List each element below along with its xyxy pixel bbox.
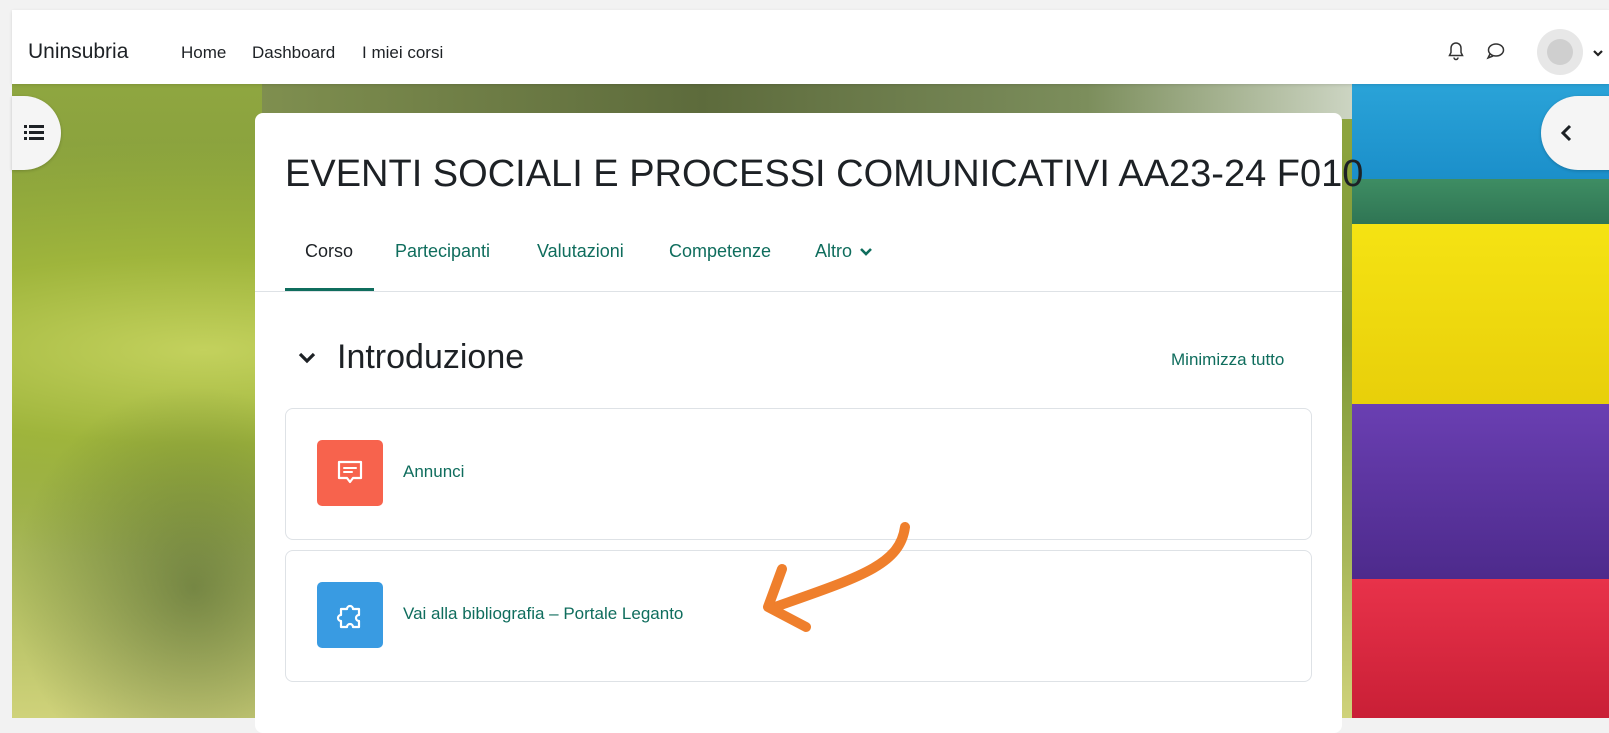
top-navbar: Uninsubria Home Dashboard I miei corsi — [12, 10, 1609, 84]
chevron-down-icon[interactable] — [1592, 46, 1604, 58]
bell-icon[interactable] — [1446, 41, 1466, 61]
tab-competenze[interactable]: Competenze — [669, 241, 771, 262]
colored-pencils-image — [1352, 84, 1609, 718]
nav-my-courses-link[interactable]: I miei corsi — [362, 43, 443, 63]
chat-bubble-icon[interactable] — [1485, 41, 1505, 61]
activity-link-leganto[interactable]: Vai alla bibliografia – Portale Leganto — [403, 604, 683, 624]
tab-altro-label: Altro — [815, 241, 853, 261]
annotation-arrow-icon — [763, 522, 910, 632]
site-brand-link[interactable]: Uninsubria — [28, 40, 128, 64]
chevron-left-icon — [1560, 124, 1572, 142]
tab-altro[interactable]: Altro — [815, 241, 873, 262]
nav-dashboard-link[interactable]: Dashboard — [252, 43, 335, 63]
activity-link-annunci[interactable]: Annunci — [403, 462, 464, 482]
chevron-down-icon — [860, 248, 872, 257]
tab-partecipanti[interactable]: Partecipanti — [395, 241, 490, 262]
background-blur — [12, 384, 272, 718]
section-collapse-chevron-icon[interactable] — [298, 351, 316, 370]
tab-corso[interactable]: Corso — [305, 241, 353, 262]
forum-activity-icon — [317, 440, 383, 506]
lti-activity-icon — [317, 582, 383, 648]
forum-icon — [337, 460, 363, 484]
puzzle-icon — [336, 604, 361, 629]
tab-valutazioni[interactable]: Valutazioni — [537, 241, 624, 262]
list-icon — [24, 125, 44, 140]
nav-home-link[interactable]: Home — [181, 43, 226, 63]
tabs-divider — [255, 291, 1342, 292]
user-avatar[interactable] — [1537, 29, 1583, 75]
collapse-all-link[interactable]: Minimizza tutto — [1171, 350, 1284, 370]
block-drawer-toggle[interactable] — [1541, 96, 1609, 170]
page-title: EVENTI SOCIALI E PROCESSI COMUNICATIVI A… — [285, 153, 1364, 195]
section-title: Introduzione — [337, 338, 525, 376]
